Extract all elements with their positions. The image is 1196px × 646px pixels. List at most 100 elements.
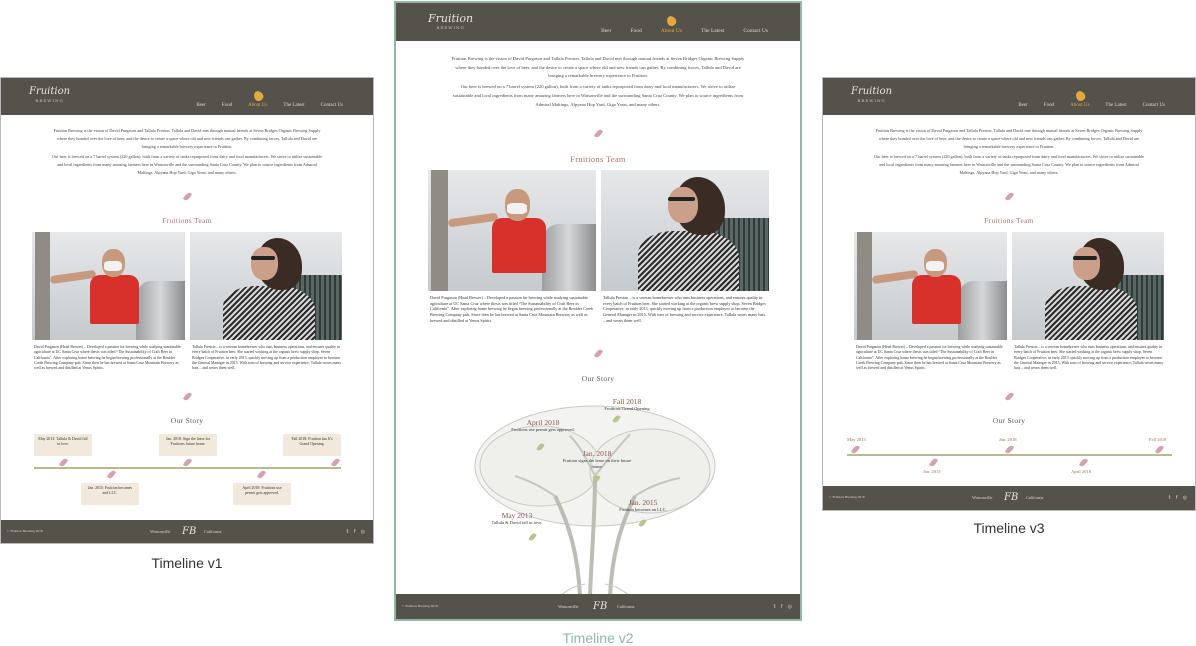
footer-copyright: © Fruition Brewing 2018 — [402, 603, 438, 608]
timeline-event: Jan. 2015 Fruition becomes an LLC. — [608, 498, 678, 513]
site-header: Fruition BREWING Beer Food About Us The L… — [1, 78, 373, 115]
story-title: Our Story — [992, 416, 1026, 425]
timeline-date: April 2018 — [1071, 469, 1092, 474]
tallula-photo — [601, 170, 769, 291]
team-title: Fruitions Team — [984, 216, 1034, 225]
tallula-bio: Tallula Preston – is a veteran homebrewe… — [603, 295, 766, 323]
logo-text: Fruition — [428, 12, 474, 25]
logo-subtext: BREWING — [35, 98, 64, 103]
hop-icon — [1073, 89, 1087, 103]
timeline-card: May 2013: Tallula & David fall in love. — [34, 434, 92, 456]
intro-paragraph: Our beer is brewed on a 7 barrel system … — [874, 153, 1144, 175]
tallula-bio: Tallula Preston – is a veteran homebrewe… — [192, 345, 342, 371]
caption-v3: Timeline v3 — [973, 520, 1045, 536]
nav-item-beer[interactable]: Beer — [1018, 103, 1027, 108]
nav-item-food[interactable]: Food — [222, 103, 232, 108]
timeline-card: April 2018: Fruitions use permit gets ap… — [233, 483, 291, 505]
hop-icon — [251, 89, 265, 103]
main-nav: Beer Food About Us The Latest Contact Us — [196, 89, 343, 108]
timeline-event: Fall 2018 Fruitions Grand Opening — [592, 397, 662, 412]
footer-state: California — [204, 528, 222, 534]
timeline-event: May 2013 Tallula & David fall in love. — [482, 511, 552, 526]
main-nav: Beer Food About Us The Latest Contact Us — [601, 14, 768, 34]
intro-text: Fruition Brewing is the vision of David … — [873, 127, 1145, 177]
site-footer: © Fruition Brewing 2018 Watsonville FB C… — [823, 486, 1195, 510]
nav-item-about-us[interactable]: About Us — [248, 89, 268, 108]
timeline-date: Jan. 2018 — [999, 437, 1017, 442]
brand-logo[interactable]: Fruition BREWING — [29, 87, 70, 103]
timeline-card: Fall 2018: Fruition has It's Grand Openi… — [283, 434, 341, 456]
nav-item-food[interactable]: Food — [1044, 103, 1054, 108]
timeline-date: Fall 2018 — [1149, 437, 1167, 442]
tree-illustration — [474, 405, 716, 596]
event-date: Fall 2018 — [612, 397, 642, 406]
timeline-leaf-icon — [928, 457, 939, 468]
david-photo — [32, 232, 185, 340]
david-bio: David Purgason (Head Brewer) – Developed… — [856, 345, 1003, 371]
intro-paragraph: Our beer is brewed on a 7 barrel system … — [452, 84, 744, 107]
david-bio: David Purgason (Head Brewer) – Developed… — [430, 295, 594, 323]
nav-item-beer[interactable]: Beer — [601, 28, 611, 34]
nav-item-food[interactable]: Food — [630, 28, 641, 34]
footer-copyright: © Fruition Brewing 2018 — [829, 495, 865, 499]
event-date: Jan. 2015 — [628, 498, 658, 507]
brand-logo[interactable]: Fruition BREWING — [851, 87, 892, 103]
hop-icon — [665, 14, 679, 28]
event-text: Fruitions Grand Opening — [604, 406, 650, 411]
intro-paragraph: Fruition Brewing is the vision of David … — [875, 128, 1143, 149]
nav-item-contact-us[interactable]: Contact Us — [321, 103, 343, 108]
nav-item-contact-us[interactable]: Contact Us — [743, 28, 768, 34]
event-date: Jan. 2018 — [582, 449, 612, 458]
leaf-divider-icon — [593, 128, 604, 139]
instagram-icon[interactable]: ◎ — [361, 529, 365, 535]
main-nav: Beer Food About Us The Latest Contact Us — [1018, 89, 1165, 108]
team-title: Fruitions Team — [162, 216, 212, 225]
social-links: 𝕥 f ◎ — [1169, 495, 1187, 501]
facebook-icon[interactable]: f — [781, 604, 783, 610]
nav-item-about-label: About Us — [248, 103, 268, 108]
nav-item-the-latest[interactable]: The Latest — [701, 28, 724, 34]
nav-item-beer[interactable]: Beer — [196, 103, 205, 108]
timeline-card: Jan. 2018: Sign the lease for Fruitions … — [159, 434, 217, 456]
tallula-photo — [1012, 232, 1164, 340]
caption-v2: Timeline v2 — [562, 630, 634, 646]
nav-item-the-latest[interactable]: The Latest — [1105, 103, 1126, 108]
david-photo — [428, 170, 596, 291]
intro-paragraph: Our beer is brewed on a 7 barrel system … — [52, 153, 322, 175]
timeline-leaf-icon — [1078, 457, 1089, 468]
footer-state: California — [1026, 495, 1044, 500]
footer-monogram: FB — [593, 600, 608, 612]
twitter-icon[interactable]: 𝕥 — [347, 529, 349, 535]
event-text: Fruition becomes an LLC. — [619, 507, 667, 512]
caption-v1: Timeline v1 — [151, 555, 223, 571]
event-date: April 2018 — [526, 418, 560, 427]
nav-item-the-latest[interactable]: The Latest — [283, 103, 304, 108]
event-text: Fruitions use permit gets approved. — [511, 427, 575, 432]
facebook-icon[interactable]: f — [1176, 495, 1178, 501]
instagram-icon[interactable]: ◎ — [1183, 495, 1187, 501]
instagram-icon[interactable]: ◎ — [788, 604, 792, 610]
intro-text: Fruition Brewing is the vision of David … — [451, 55, 745, 109]
twitter-icon[interactable]: 𝕥 — [774, 604, 776, 610]
leaf-divider-icon — [593, 348, 604, 359]
social-links: 𝕥 f ◎ — [774, 604, 792, 610]
nav-item-about-us[interactable]: About Us — [1070, 89, 1090, 108]
story-title: Our Story — [581, 374, 615, 383]
mockup-timeline-v1: Fruition BREWING Beer Food About Us The L… — [0, 77, 374, 544]
nav-item-about-label: About Us — [660, 28, 683, 34]
leaf-divider-icon — [182, 191, 193, 202]
nav-item-about-us[interactable]: About Us — [660, 14, 683, 34]
facebook-icon[interactable]: f — [354, 529, 356, 535]
footer-city: Watsonville — [150, 528, 171, 534]
nav-item-about-label: About Us — [1070, 103, 1090, 108]
intro-text: Fruition Brewing is the vision of David … — [51, 127, 323, 177]
twitter-icon[interactable]: 𝕥 — [1169, 495, 1171, 501]
timeline-date: May 2013 — [847, 437, 866, 442]
timeline-line — [847, 454, 1172, 456]
timeline-event: April 2018 Fruitions use permit gets app… — [508, 418, 578, 433]
timeline-date: Jan. 2015 — [923, 469, 941, 474]
brand-logo[interactable]: Fruition BREWING — [428, 13, 473, 30]
intro-paragraph: Fruition Brewing is the vision of David … — [451, 56, 745, 79]
footer-monogram: FB — [1004, 492, 1019, 503]
nav-item-contact-us[interactable]: Contact Us — [1143, 103, 1165, 108]
